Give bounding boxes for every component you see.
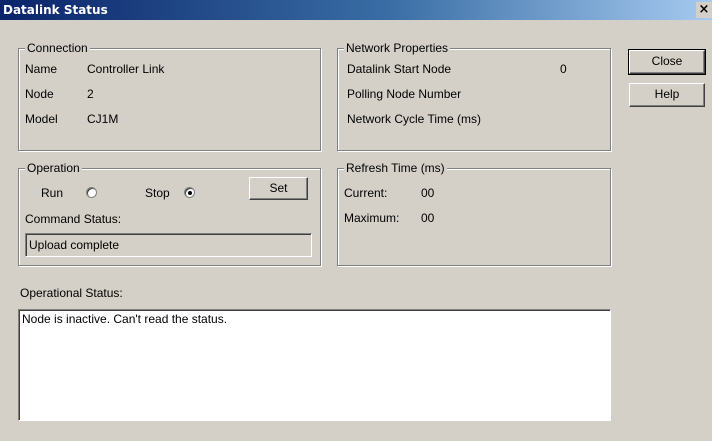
help-button[interactable]: Help <box>629 83 705 107</box>
maximum-label: Maximum: <box>344 211 400 225</box>
connection-name-value: Controller Link <box>87 62 165 76</box>
connection-group: Connection Name Controller Link Node 2 M… <box>18 41 321 151</box>
connection-legend: Connection <box>25 41 90 55</box>
refresh-time-group: Refresh Time (ms) Current: 00 Maximum: 0… <box>337 161 611 266</box>
start-node-value: 0 <box>560 62 567 76</box>
close-icon[interactable]: × <box>696 2 712 18</box>
connection-node-label: Node <box>25 87 54 101</box>
polling-node-label: Polling Node Number <box>347 87 462 101</box>
connection-model-label: Model <box>25 112 58 126</box>
connection-node-value: 2 <box>87 87 94 101</box>
set-button[interactable]: Set <box>249 177 308 200</box>
command-status-field: Upload complete <box>25 233 312 257</box>
connection-model-value: CJ1M <box>87 112 119 126</box>
operation-group: Operation Run Stop Set Command Status: U… <box>18 161 321 266</box>
operational-status-box[interactable]: Node is inactive. Can't read the status. <box>18 309 611 421</box>
maximum-value: 00 <box>421 211 435 225</box>
command-status-label: Command Status: <box>25 212 122 226</box>
refresh-legend: Refresh Time (ms) <box>344 161 447 175</box>
stop-radio-selected-dot <box>188 191 192 195</box>
connection-name-label: Name <box>25 62 58 76</box>
close-button[interactable]: Close <box>628 49 706 75</box>
run-radio[interactable] <box>86 187 97 198</box>
title-bar: Datalink Status × <box>0 0 712 20</box>
start-node-label: Datalink Start Node <box>347 62 452 76</box>
operation-legend: Operation <box>25 161 82 175</box>
window-title: Datalink Status <box>3 3 108 17</box>
datalink-status-dialog: Datalink Status × Connection Name Contro… <box>0 0 712 441</box>
stop-radio[interactable] <box>184 187 195 198</box>
network-properties-group: Network Properties Datalink Start Node 0… <box>337 41 611 151</box>
network-legend: Network Properties <box>344 41 451 55</box>
network-cycle-label: Network Cycle Time (ms) <box>347 112 482 126</box>
current-label: Current: <box>344 186 388 200</box>
stop-label: Stop <box>145 186 170 200</box>
command-status-value: Upload complete <box>29 238 120 252</box>
current-value: 00 <box>421 186 435 200</box>
run-label: Run <box>41 186 64 200</box>
operational-status-text: Node is inactive. Can't read the status. <box>22 312 228 326</box>
operational-status-label: Operational Status: <box>20 286 123 300</box>
